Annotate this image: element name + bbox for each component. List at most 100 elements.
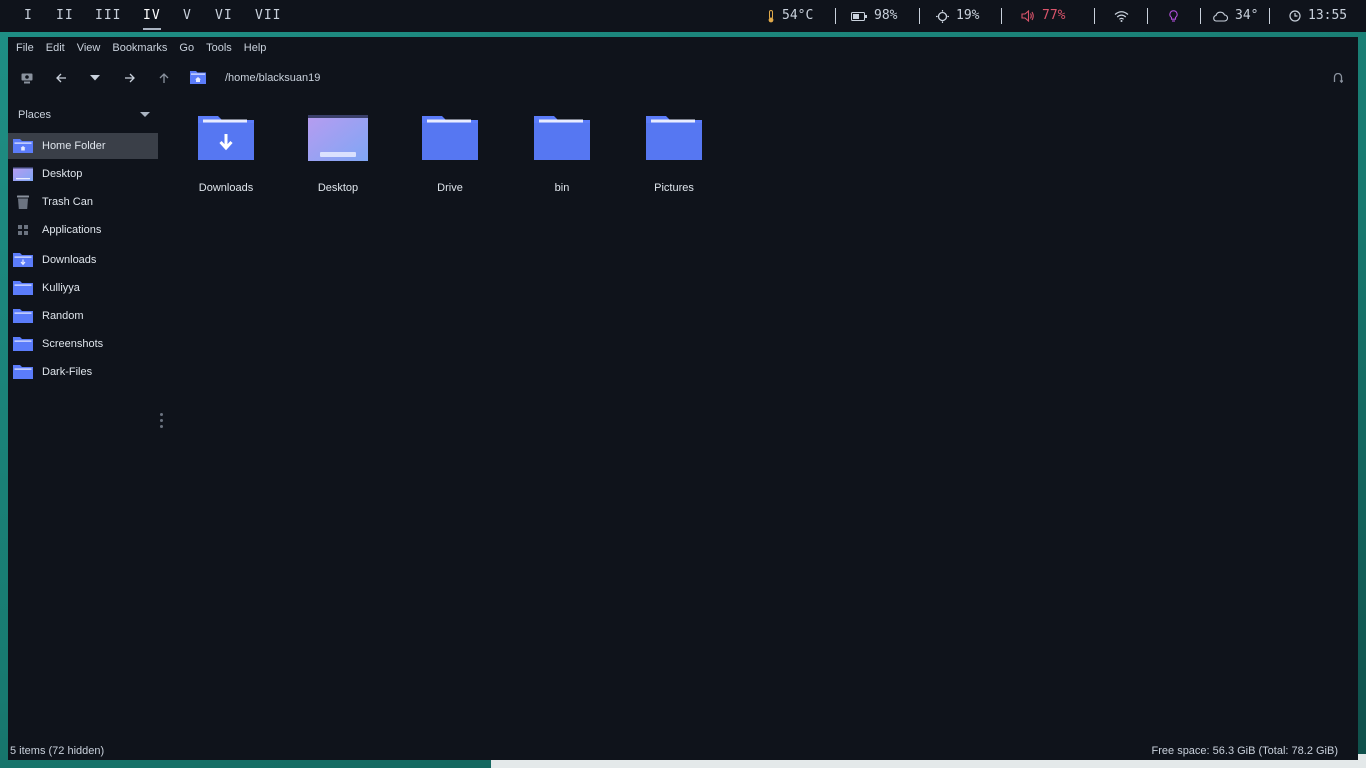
sidebar-item-home-folder[interactable]: Home Folder [8,133,158,159]
trash-icon [17,195,29,209]
clock-value: 13:55 [1308,8,1348,23]
folder-icon [534,116,590,160]
workspace-3[interactable]: III [95,0,121,32]
menu-file[interactable]: File [8,37,40,59]
wifi-status[interactable] [1114,0,1129,32]
weather-status: 34° [1212,0,1258,32]
toolbar: /home/blacksuan19 [8,63,1358,93]
divider [1200,8,1201,24]
battery-icon [851,11,867,21]
computer-icon [21,73,33,83]
history-dropdown-button[interactable] [86,69,104,87]
forward-arrow-icon [124,73,135,83]
menu-help[interactable]: Help [238,37,273,59]
sidebar-item-trash-can[interactable]: Trash Can [8,189,158,215]
sidebar-item-random[interactable]: Random [8,303,158,329]
downloads-folder-icon [13,253,33,267]
brightness-value: 19% [956,8,980,23]
refresh-icon [1333,73,1343,83]
sidebar-resize-handle[interactable] [160,413,163,428]
divider [1094,8,1095,24]
folder-icon [13,337,33,351]
divider [1269,8,1270,24]
divider [1001,8,1002,24]
weather-value: 34° [1235,8,1259,23]
file-item-pictures[interactable]: Pictures [624,114,724,194]
sidebar-item-label: Home Folder [42,140,106,152]
temperature-value: 54°C [782,8,814,23]
file-name: Downloads [198,182,254,194]
top-panel: I II III IV V VI VII 54°C 98% 19% 77% 34… [0,0,1366,32]
back-button[interactable] [52,69,70,87]
sidebar-item-kulliyya[interactable]: Kulliyya [8,275,158,301]
sidebar-item-label: Downloads [42,254,97,266]
folder-icon [646,116,702,160]
workspace-6[interactable]: VI [215,0,233,32]
folder-icon [422,116,478,160]
thermometer-icon [768,9,774,22]
menu-go[interactable]: Go [173,37,200,59]
file-item-bin[interactable]: bin [512,114,612,194]
clock-icon [1289,10,1301,22]
location-path[interactable]: /home/blacksuan19 [225,63,320,93]
active-workspace-indicator [143,28,161,30]
folder-icon [13,365,33,379]
forward-button[interactable] [120,69,138,87]
workspace-7[interactable]: VII [255,0,281,32]
lightbulb-icon [1169,9,1178,22]
divider [1147,8,1148,24]
file-view: Downloads Desktop Drive bin Pictures [168,103,1358,723]
brightness-status: 19% [936,0,979,32]
lightbulb-status[interactable] [1169,0,1178,32]
divider [835,8,836,24]
item-count-status: 5 items (72 hidden) [10,745,105,757]
temperature-status: 54°C [767,0,813,32]
downloads-folder-icon [198,116,254,160]
menu-bookmarks[interactable]: Bookmarks [106,37,173,59]
sidebar-item-applications[interactable]: Applications [8,217,158,243]
sidebar-item-dark-files[interactable]: Dark-Files [8,359,158,385]
places-header[interactable]: Places [18,109,150,121]
desktop-thumbnail-icon [308,115,368,161]
file-name: Drive [437,182,463,194]
sidebar-item-desktop[interactable]: Desktop [8,161,158,187]
menu-edit[interactable]: Edit [40,37,71,59]
workspace-1[interactable]: I [24,0,33,32]
file-item-drive[interactable]: Drive [400,114,500,194]
menu-tools[interactable]: Tools [200,37,238,59]
home-folder-icon [13,139,33,153]
applications-icon [18,225,28,235]
back-arrow-icon [55,73,66,83]
divider [919,8,920,24]
brightness-icon [936,9,949,23]
chevron-down-icon[interactable] [140,112,150,117]
history-dropdown-icon [90,75,100,81]
refresh-button[interactable] [1329,69,1347,87]
file-item-desktop[interactable]: Desktop [288,114,388,194]
volume-icon [1021,10,1034,22]
sidebar-item-label: Applications [42,224,102,236]
home-folder-icon[interactable] [189,69,207,85]
menu-bar: File Edit View Bookmarks Go Tools Help [8,37,1358,59]
free-space-status: Free space: 56.3 GiB (Total: 78.2 GiB) [1151,745,1338,757]
workspace-2[interactable]: II [56,0,74,32]
battery-value: 98% [874,8,898,23]
up-button[interactable] [155,69,173,87]
file-name: Pictures [654,182,694,194]
up-arrow-icon [159,72,169,83]
workspace-5[interactable]: V [183,0,192,32]
cloud-icon [1213,11,1228,22]
menu-view[interactable]: View [71,37,107,59]
places-sidebar: Places Home Folder Desktop Trash Can App… [8,103,158,723]
clock-status[interactable]: 13:55 [1289,0,1347,32]
sidebar-item-screenshots[interactable]: Screenshots [8,331,158,357]
wifi-icon [1114,11,1129,22]
sidebar-item-label: Desktop [42,168,83,180]
volume-value: 77% [1042,8,1066,23]
sidebar-item-label: Screenshots [42,338,104,350]
battery-status: 98% [851,0,897,32]
volume-status[interactable]: 77% [1021,0,1065,32]
computer-button[interactable] [18,69,36,87]
file-item-downloads[interactable]: Downloads [176,114,276,194]
sidebar-item-downloads[interactable]: Downloads [8,247,158,273]
